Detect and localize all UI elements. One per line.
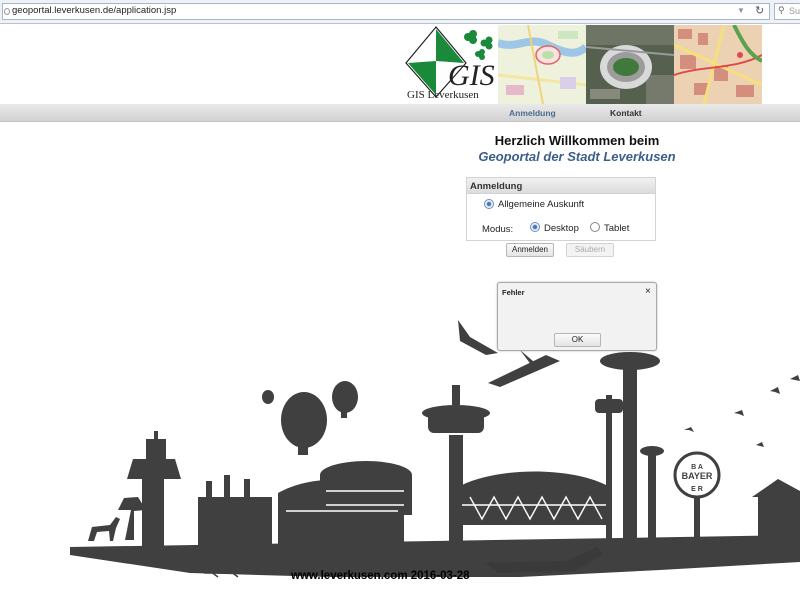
svg-text:B A: B A	[691, 464, 703, 471]
general-info-radio[interactable]	[484, 199, 494, 209]
login-button[interactable]: Anmelden	[506, 243, 554, 257]
bayer-cross-icon: BAYER B A E R	[673, 451, 721, 499]
close-icon[interactable]: ×	[645, 286, 651, 297]
mode-desktop-label: Desktop	[544, 223, 579, 234]
login-panel-title: Anmeldung	[467, 178, 655, 194]
aerial-image-icon	[586, 25, 674, 104]
citymap-image-icon	[674, 25, 762, 104]
nav-login-link[interactable]: Anmeldung	[509, 108, 556, 118]
address-bar[interactable]: geoportal.leverkusen.de/application.jsp …	[2, 3, 770, 20]
svg-text:E R: E R	[691, 486, 703, 493]
login-panel: Anmeldung Allgemeine Auskunft Modus: Des…	[466, 177, 656, 241]
search-input[interactable]: ⚲ Suc	[774, 3, 800, 20]
error-dialog-title: Fehler	[502, 288, 525, 297]
address-bar-url: geoportal.leverkusen.de/application.jsp	[12, 5, 177, 16]
clear-button[interactable]: Säubern	[566, 243, 614, 257]
gis-leverkusen-logo: GIS GIS Leverkusen	[404, 25, 496, 104]
search-placeholder: Suc	[789, 6, 800, 16]
city-skyline-illustration: BAYER B A E R	[70, 320, 800, 578]
welcome-heading: Herzlich Willkommen beim	[494, 133, 660, 148]
browser-toolbar: geoportal.leverkusen.de/application.jsp …	[0, 0, 800, 24]
ok-button[interactable]: OK	[554, 333, 601, 347]
history-dropdown-icon[interactable]: ▼	[737, 6, 745, 15]
mode-tablet-label: Tablet	[604, 223, 630, 234]
banner-citymap-tile	[674, 25, 762, 104]
reload-icon[interactable]: ↻	[755, 4, 764, 17]
nav-contact-link[interactable]: Kontakt	[610, 108, 642, 118]
search-icon: ⚲	[778, 5, 785, 15]
error-dialog: Fehler × OK	[497, 282, 657, 351]
map-image-icon	[498, 25, 586, 104]
svg-text:BAYER: BAYER	[682, 471, 713, 481]
welcome-subheading: Geoportal der Stadt Leverkusen	[478, 149, 676, 164]
banner-aerial-tile	[586, 25, 674, 104]
logo-gis-text: GIS	[448, 59, 495, 92]
banner-map-tile	[498, 25, 586, 104]
footer-text: www.leverkusen.com 2016-03-28	[291, 570, 470, 582]
header-banner: GIS GIS Leverkusen	[404, 25, 762, 104]
logo-name-text: GIS Leverkusen	[407, 89, 479, 101]
general-info-label: Allgemeine Auskunft	[498, 199, 585, 210]
mode-tablet-radio[interactable]	[590, 222, 600, 232]
mode-label: Modus:	[482, 224, 514, 235]
nav-bar: Anmeldung Kontakt	[0, 104, 800, 122]
site-info-icon[interactable]	[4, 8, 10, 15]
mode-desktop-radio[interactable]	[530, 222, 540, 232]
